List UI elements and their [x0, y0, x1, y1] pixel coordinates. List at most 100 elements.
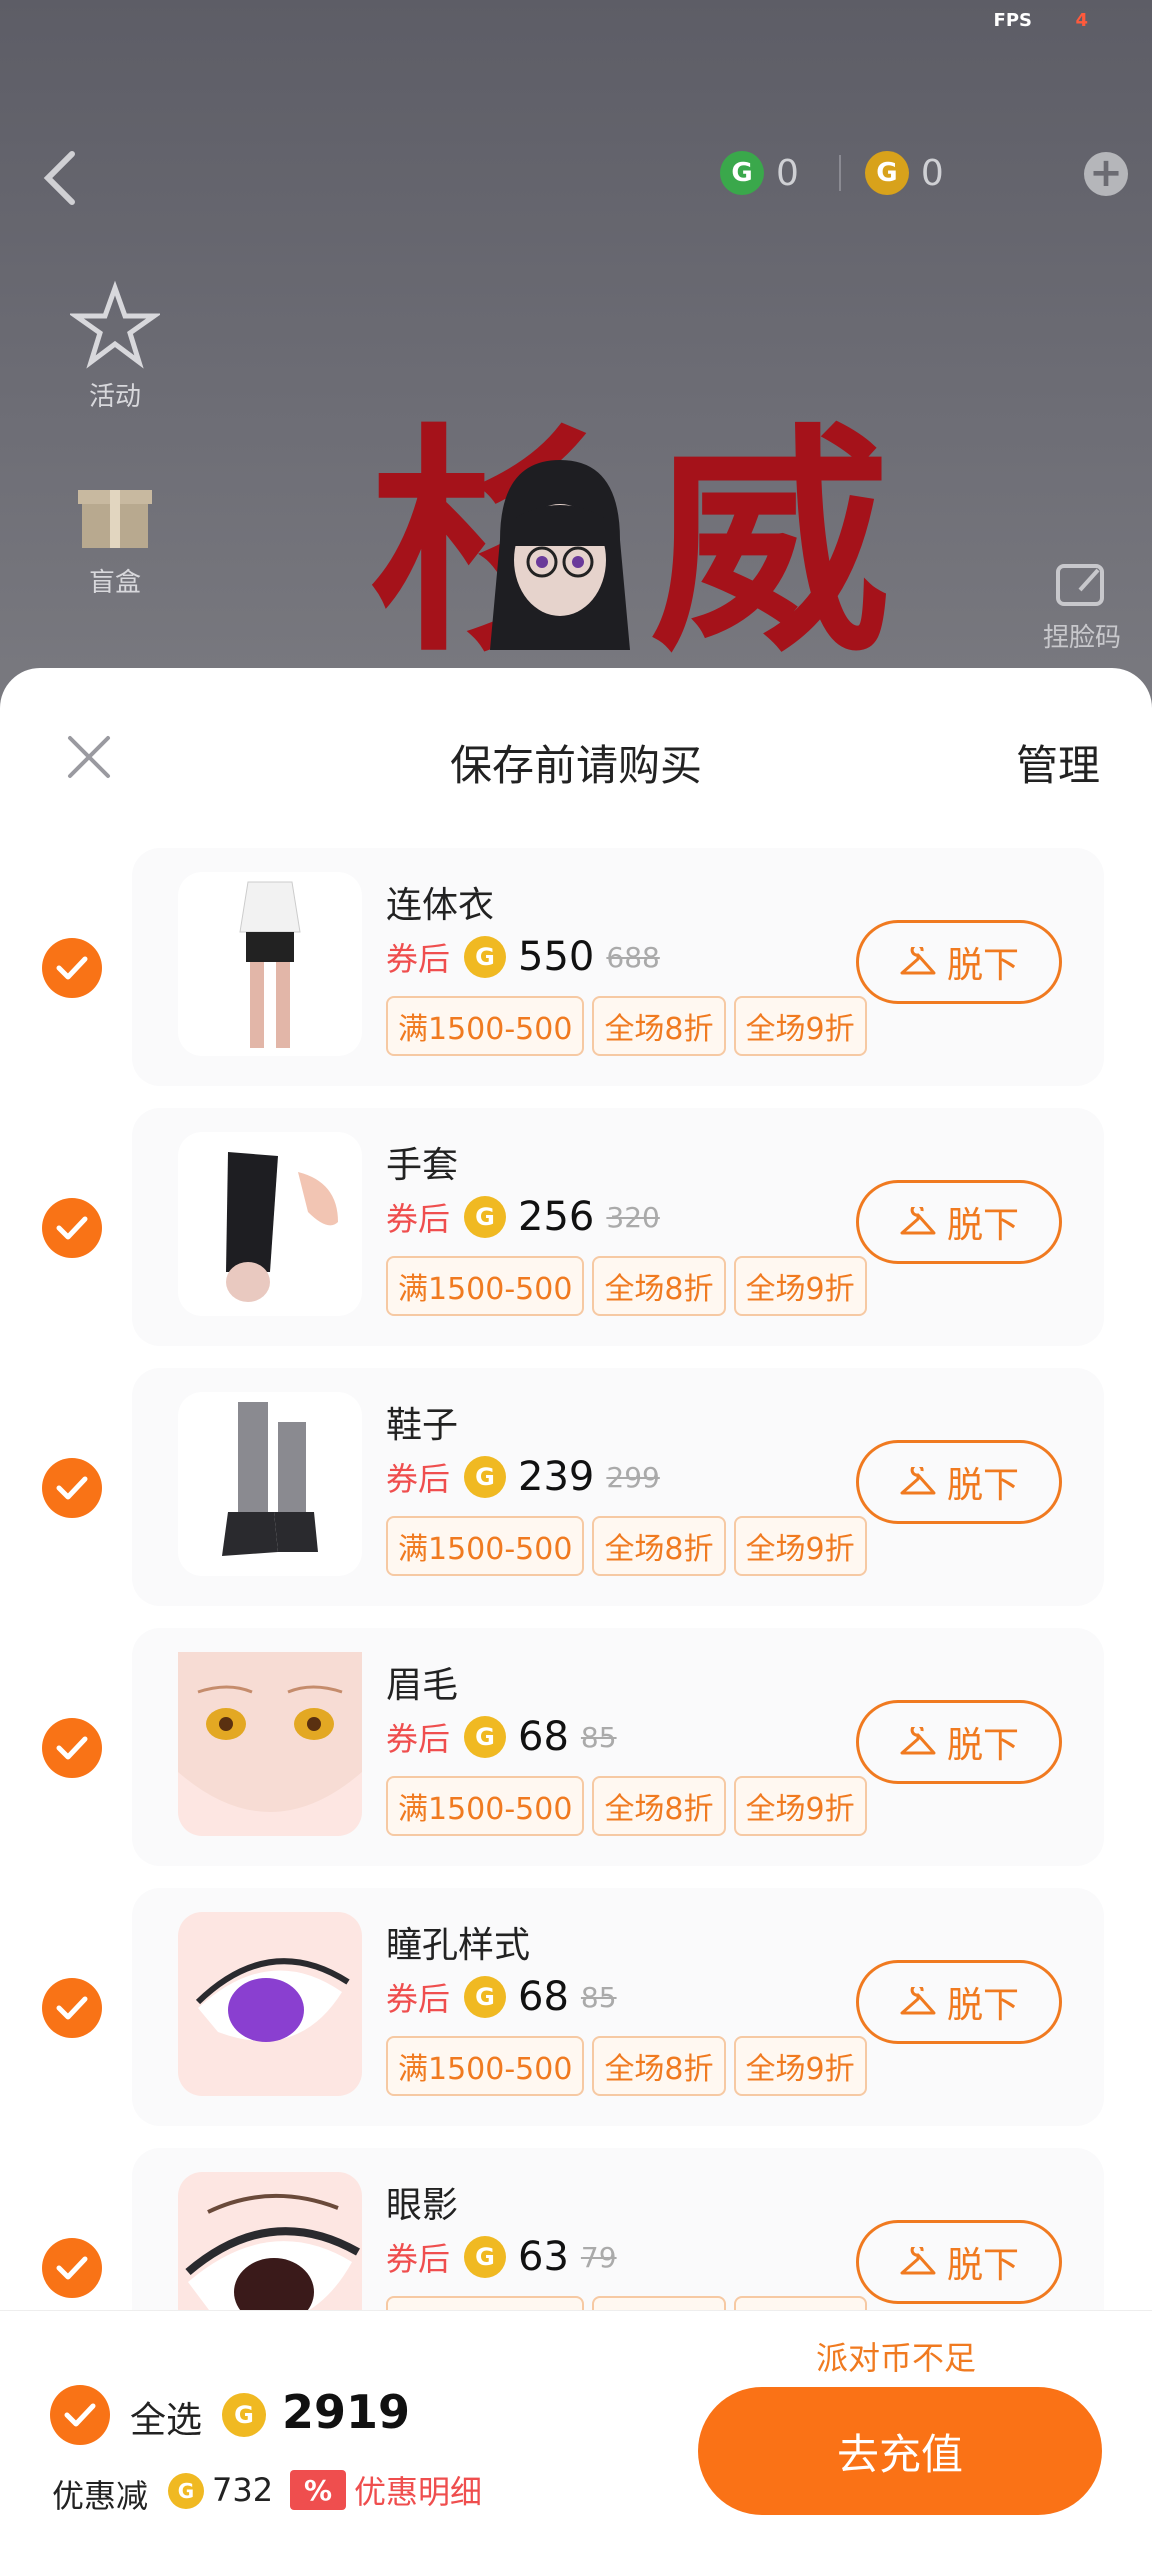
back-icon[interactable] — [40, 148, 80, 208]
item-name: 手套 — [386, 1145, 459, 1186]
discount-label: 优惠减 — [52, 2477, 149, 2515]
gold-coin-icon: G — [464, 1976, 507, 2018]
promo-tag: 全场9折 — [733, 2036, 867, 2096]
item-price: 68 — [518, 1714, 569, 1760]
manage-button[interactable]: 管理 — [1016, 732, 1100, 793]
take-off-button[interactable]: 脱下 — [856, 1700, 1062, 1784]
item-checkbox[interactable] — [42, 2238, 102, 2298]
item-price: 239 — [518, 1454, 595, 1500]
side-item-blindbox[interactable]: 盲盒 — [60, 466, 170, 599]
discount-value: 732 — [212, 2471, 274, 2509]
total-price: 2919 — [282, 2385, 411, 2439]
list-item: 连体衣 券后 G 550 688 满1500-500 全场8折 全场9折 脱下 — [0, 848, 1152, 1108]
item-card: 鞋子 券后 G 239 299 满1500-500 全场8折 全场9折 脱下 — [132, 1368, 1104, 1606]
gold-coin-icon: G — [464, 2236, 507, 2278]
list-item: 鞋子 券后 G 239 299 满1500-500 全场8折 全场9折 脱下 — [0, 1368, 1152, 1628]
face-code-label: 捏脸码 — [1042, 623, 1121, 653]
take-off-button[interactable]: 脱下 — [856, 1180, 1062, 1264]
item-original-price: 85 — [580, 1720, 617, 1754]
item-thumbnail — [178, 1392, 362, 1576]
promo-tag: 满1500-500 — [386, 1776, 585, 1836]
after-coupon-label: 券后 — [386, 1720, 451, 1758]
list-item: 手套 券后 G 256 320 满1500-500 全场8折 全场9折 脱下 — [0, 1108, 1152, 1368]
item-price: 256 — [518, 1194, 595, 1240]
hanger-icon — [900, 947, 936, 975]
promo-tag: 全场8折 — [592, 1776, 726, 1836]
purchase-sheet: 保存前请购买 管理 连体衣 券后 G 550 688 满1500-500 全场8… — [0, 668, 1152, 2560]
discount-detail-link[interactable]: % 优惠明细 — [290, 2467, 482, 2513]
gold-coin-icon: G — [464, 1456, 507, 1498]
take-off-label: 脱下 — [946, 1205, 1019, 1246]
item-price: 63 — [518, 2234, 569, 2280]
promo-tag: 全场8折 — [592, 1516, 726, 1576]
item-name: 瞳孔样式 — [386, 1925, 531, 1966]
promo-tag: 全场8折 — [592, 996, 726, 1056]
background-calligraphy: 杉威 — [370, 402, 930, 684]
promo-tag: 满1500-500 — [386, 996, 585, 1056]
hanger-icon — [900, 1467, 936, 1495]
gold-coin-icon: G — [222, 2393, 266, 2437]
take-off-label: 脱下 — [946, 1725, 1019, 1766]
item-card: 连体衣 券后 G 550 688 满1500-500 全场8折 全场9折 脱下 — [132, 848, 1104, 1086]
gold-coin-icon: G — [464, 1716, 507, 1758]
gold-coin-icon: G — [864, 151, 909, 195]
item-original-price: 299 — [606, 1460, 660, 1494]
after-coupon-label: 券后 — [386, 940, 451, 978]
promo-tag: 全场9折 — [733, 996, 867, 1056]
take-off-button[interactable]: 脱下 — [856, 1960, 1062, 2044]
discount-detail-label: 优惠明细 — [354, 2473, 483, 2511]
star-icon — [68, 280, 162, 370]
face-code-button[interactable]: 捏脸码 — [1042, 560, 1122, 654]
item-checkbox[interactable] — [42, 938, 102, 998]
promo-tag: 满1500-500 — [386, 1516, 585, 1576]
take-off-label: 脱下 — [946, 945, 1019, 986]
item-checkbox[interactable] — [42, 1718, 102, 1778]
insufficient-coins-text: 派对币不足 — [816, 2339, 977, 2377]
item-original-price: 79 — [580, 2240, 617, 2274]
side-item-activity[interactable]: 活动 — [60, 280, 170, 413]
currency-bar: G 0 G 0 — [720, 150, 944, 196]
item-name: 眼影 — [386, 2185, 459, 2226]
after-coupon-label: 券后 — [386, 2240, 451, 2278]
after-coupon-label: 券后 — [386, 1980, 451, 2018]
take-off-button[interactable]: 脱下 — [856, 2220, 1062, 2304]
item-card: 眉毛 券后 G 68 85 满1500-500 全场8折 全场9折 脱下 — [132, 1628, 1104, 1866]
promo-tag: 全场9折 — [733, 1516, 867, 1576]
hanger-icon — [900, 1207, 936, 1235]
item-thumbnail — [178, 1652, 362, 1836]
gold-coin-icon: G — [464, 1196, 507, 1238]
hanger-icon — [900, 2247, 936, 2275]
after-coupon-label: 券后 — [386, 1200, 451, 1238]
item-price: 550 — [518, 934, 595, 980]
item-checkbox[interactable] — [42, 1978, 102, 2038]
gold-coin-icon: G — [168, 2473, 204, 2509]
item-checkbox[interactable] — [42, 1198, 102, 1258]
promo-tag: 全场8折 — [592, 2036, 726, 2096]
party-coin-icon: G — [720, 151, 764, 195]
side-item-label: 活动 — [88, 382, 141, 412]
select-all-checkbox[interactable] — [50, 2385, 110, 2445]
item-card: 手套 券后 G 256 320 满1500-500 全场8折 全场9折 脱下 — [132, 1108, 1104, 1346]
item-name: 连体衣 — [386, 885, 495, 926]
promo-tag: 全场9折 — [733, 1256, 867, 1316]
add-currency-icon[interactable]: + — [1084, 152, 1128, 196]
promo-tag: 全场9折 — [733, 1776, 867, 1836]
fps-label: FPS — [993, 10, 1032, 31]
sheet-title: 保存前请购买 — [449, 741, 702, 790]
item-checkbox[interactable] — [42, 1458, 102, 1518]
item-thumbnail — [178, 1132, 362, 1316]
item-original-price: 688 — [606, 940, 660, 974]
item-price: 68 — [518, 1974, 569, 2020]
select-all-label[interactable]: 全选 — [130, 2391, 202, 2443]
item-list: 连体衣 券后 G 550 688 满1500-500 全场8折 全场9折 脱下 — [0, 848, 1152, 2408]
take-off-button[interactable]: 脱下 — [856, 920, 1062, 1004]
item-card: 瞳孔样式 券后 G 68 85 满1500-500 全场8折 全场9折 脱下 — [132, 1888, 1104, 2126]
item-name: 眉毛 — [386, 1665, 459, 1706]
recharge-button[interactable]: 去充值 — [698, 2387, 1102, 2515]
checkout-footer: 派对币不足 全选 G 2919 优惠减 G 732 % 优惠明细 去充值 — [0, 2310, 1152, 2561]
hanger-icon — [900, 1727, 936, 1755]
item-original-price: 320 — [606, 1200, 660, 1234]
gift-icon — [70, 466, 160, 556]
take-off-button[interactable]: 脱下 — [856, 1440, 1062, 1524]
item-original-price: 85 — [580, 1980, 617, 2014]
